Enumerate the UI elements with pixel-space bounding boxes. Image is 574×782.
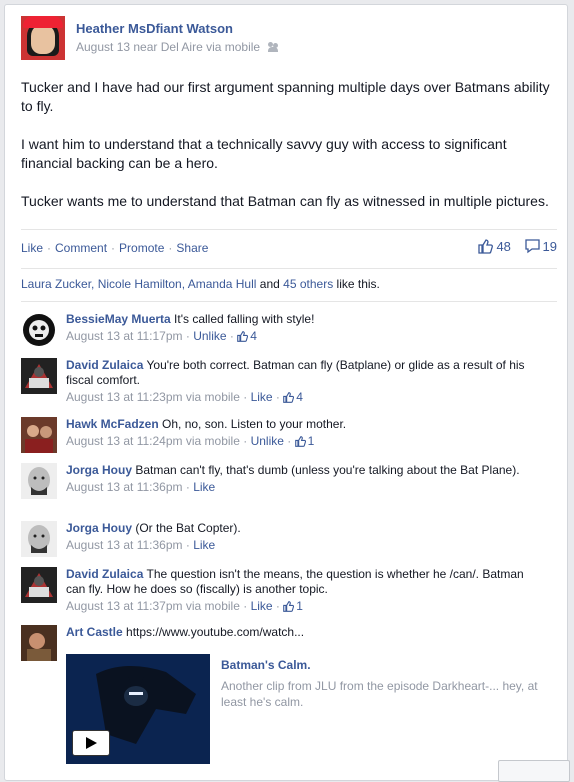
commenter-avatar[interactable]	[21, 312, 57, 348]
link-description: Another clip from JLU from the episode D…	[221, 679, 538, 709]
separator: ·	[168, 241, 173, 255]
likers-suffix: like this.	[333, 277, 380, 291]
others-link[interactable]: 45 others	[283, 277, 333, 291]
commenter-avatar[interactable]	[21, 521, 57, 557]
comment-count[interactable]: 19	[543, 239, 557, 254]
thumbs-up-icon	[237, 331, 249, 342]
comment-like-count: 1	[307, 434, 315, 448]
comment-text: Oh, no, son. Listen to your mother.	[158, 417, 347, 431]
commenter-name[interactable]: Hawk McFadzen	[66, 417, 159, 431]
comment-link-text[interactable]: https://www.youtube.com/watch...	[123, 625, 304, 639]
like-link[interactable]: Like	[193, 480, 215, 494]
link-preview[interactable]: Batman's Calm. Another clip from JLU fro…	[66, 654, 546, 764]
video-thumbnail[interactable]	[66, 654, 210, 764]
post-counts: 48 19	[468, 239, 557, 254]
thumbs-up-icon	[283, 392, 295, 403]
link-title[interactable]: Batman's Calm.	[221, 658, 311, 672]
comment-meta: August 13 at 11:23pm via mobile · Like ·…	[66, 390, 303, 404]
post-paragraph: I want him to understand that a technica…	[21, 136, 507, 171]
post-meta: August 13 near Del Aire via mobile	[76, 40, 279, 54]
comment-likes[interactable]: 1	[294, 434, 315, 448]
likers-and: and	[256, 277, 284, 291]
comment-meta: August 13 at 11:37pm via mobile · Like ·…	[66, 599, 303, 613]
thumbs-up-icon[interactable]	[478, 239, 494, 254]
comment-like-count: 1	[296, 599, 303, 613]
comment-time[interactable]: August 13 at 11:36pm	[66, 538, 183, 552]
divider	[21, 268, 557, 269]
share-link[interactable]: Share	[176, 241, 208, 255]
divider	[21, 301, 557, 302]
liker-names[interactable]: Laura Zucker, Nicole Hamilton, Amanda Hu…	[21, 277, 256, 291]
commenter-name[interactable]: Jorga Houy	[66, 463, 132, 477]
comment-time[interactable]: August 13 at 11:24pm via mobile	[66, 434, 240, 448]
separator: ·	[47, 241, 52, 255]
friends-icon[interactable]	[268, 42, 279, 52]
comment-bubble-icon[interactable]	[524, 239, 540, 254]
comment-likes[interactable]: 1	[283, 599, 303, 613]
comment-text: (Or the Bat Copter).	[132, 521, 241, 535]
comment-link[interactable]: Comment	[55, 241, 107, 255]
bottom-corner-button[interactable]	[498, 760, 570, 782]
commenter-avatar[interactable]	[21, 358, 57, 394]
comment-time[interactable]: August 13 at 11:17pm	[66, 329, 183, 343]
commenter-name[interactable]: Art Castle	[66, 625, 123, 639]
like-link[interactable]: Like	[21, 241, 43, 255]
thumbs-up-icon	[283, 601, 295, 612]
commenter-avatar[interactable]	[21, 625, 57, 661]
unlike-link[interactable]: Unlike	[251, 434, 284, 448]
comment-likes[interactable]: 4	[237, 329, 257, 343]
like-link[interactable]: Like	[193, 538, 215, 552]
play-icon[interactable]	[72, 730, 110, 756]
post-paragraph: Tucker and I have had our first argument…	[21, 79, 550, 114]
commenter-name[interactable]: David Zulaica	[66, 567, 143, 581]
comment-text: It's called falling with style!	[170, 312, 315, 326]
separator: ·	[111, 241, 116, 255]
commenter-name[interactable]: Jorga Houy	[66, 521, 132, 535]
comment-time[interactable]: August 13 at 11:37pm via mobile	[66, 599, 240, 613]
post-card: Heather MsDfiant Watson August 13 near D…	[4, 4, 568, 781]
thumbs-up-icon	[294, 436, 306, 447]
post-paragraph: Tucker wants me to understand that Batma…	[21, 193, 549, 209]
commenter-avatar[interactable]	[21, 463, 57, 499]
post-body: Tucker and I have had our first argument…	[21, 78, 551, 230]
commenter-avatar[interactable]	[21, 567, 57, 603]
comment-time[interactable]: August 13 at 11:36pm	[66, 480, 183, 494]
commenter-avatar[interactable]	[21, 417, 57, 453]
commenter-name[interactable]: BessieMay Muerta	[66, 312, 171, 326]
likers-summary: Laura Zucker, Nicole Hamilton, Amanda Hu…	[21, 277, 380, 291]
comment-like-count: 4	[296, 390, 303, 404]
comment-meta: August 13 at 11:36pm · Like	[66, 480, 216, 494]
comment-meta: August 13 at 11:17pm · Unlike · 4	[66, 329, 257, 343]
post-meta-text[interactable]: August 13 near Del Aire via mobile	[76, 40, 260, 54]
comment-meta: August 13 at 11:36pm · Like	[66, 538, 216, 552]
like-link[interactable]: Like	[251, 390, 273, 404]
comment-time[interactable]: August 13 at 11:23pm via mobile	[66, 390, 240, 404]
divider	[21, 229, 557, 230]
post-actions: Like · Comment · Promote · Share 48 19	[21, 239, 557, 259]
comment-text: Batman can't fly, that's dumb (unless yo…	[132, 463, 520, 477]
author-avatar[interactable]	[21, 16, 65, 60]
author-name[interactable]: Heather MsDfiant Watson	[76, 21, 233, 36]
comment-likes[interactable]: 4	[283, 390, 303, 404]
commenter-name[interactable]: David Zulaica	[66, 358, 143, 372]
like-count[interactable]: 48	[496, 239, 510, 254]
comment-like-count: 4	[250, 329, 257, 343]
promote-link[interactable]: Promote	[119, 241, 164, 255]
unlike-link[interactable]: Unlike	[193, 329, 226, 343]
comment-meta: August 13 at 11:24pm via mobile · Unlike…	[66, 434, 315, 448]
like-link[interactable]: Like	[251, 599, 273, 613]
